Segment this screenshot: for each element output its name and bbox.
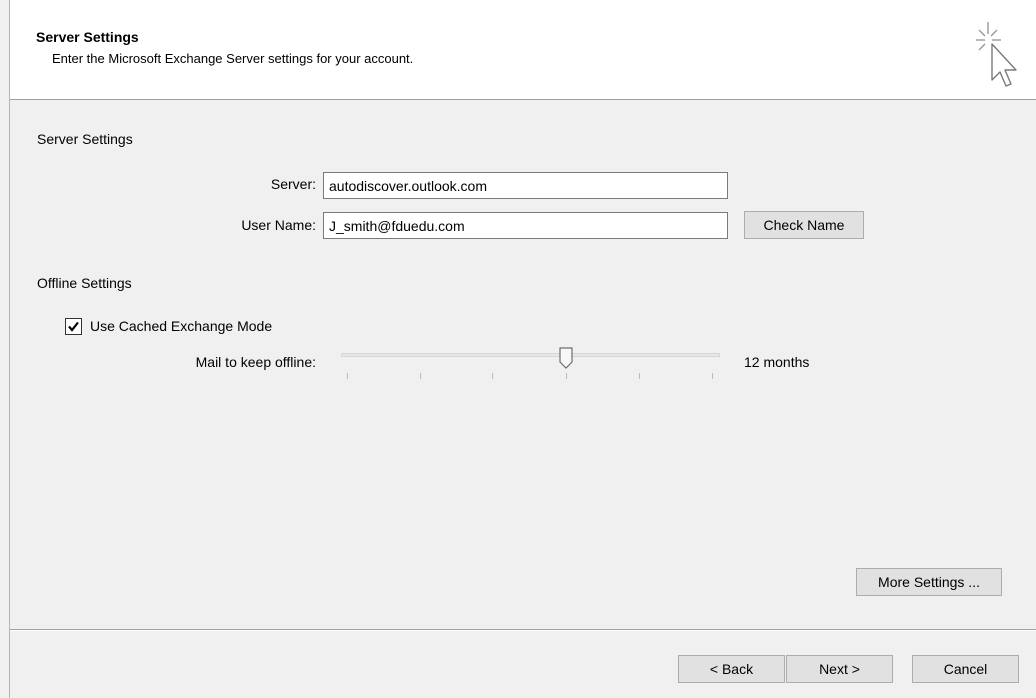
username-input[interactable] — [323, 212, 728, 239]
mail-offline-value: 12 months — [744, 354, 810, 370]
username-label: User Name: — [241, 217, 316, 233]
slider-tick — [712, 373, 713, 379]
back-button[interactable]: < Back — [678, 655, 785, 683]
slider-tick — [566, 373, 567, 379]
more-settings-button[interactable]: More Settings ... — [856, 568, 1002, 596]
cached-mode-checkbox[interactable] — [65, 318, 82, 335]
wizard-header: Server Settings Enter the Microsoft Exch… — [10, 0, 1036, 100]
slider-tick — [492, 373, 493, 379]
mail-offline-slider-track[interactable] — [341, 353, 720, 357]
mail-offline-label: Mail to keep offline: — [195, 354, 316, 370]
page-title: Server Settings — [36, 29, 139, 45]
server-input[interactable] — [323, 172, 728, 199]
checkmark-icon — [68, 321, 79, 332]
server-settings-heading: Server Settings — [37, 131, 133, 147]
offline-settings-heading: Offline Settings — [37, 275, 132, 291]
server-label: Server: — [270, 176, 316, 192]
mail-offline-slider-thumb[interactable] — [559, 347, 573, 369]
wizard-cursor-icon — [976, 22, 1017, 87]
exchange-settings-dialog: Server Settings Enter the Microsoft Exch… — [9, 0, 1036, 698]
slider-tick — [347, 373, 348, 379]
cancel-button[interactable]: Cancel — [912, 655, 1019, 683]
next-button[interactable]: Next > — [786, 655, 893, 683]
page-subtitle: Enter the Microsoft Exchange Server sett… — [52, 51, 414, 66]
cached-mode-label[interactable]: Use Cached Exchange Mode — [90, 318, 272, 334]
slider-tick — [639, 373, 640, 379]
slider-tick — [420, 373, 421, 379]
check-name-button[interactable]: Check Name — [744, 211, 864, 239]
